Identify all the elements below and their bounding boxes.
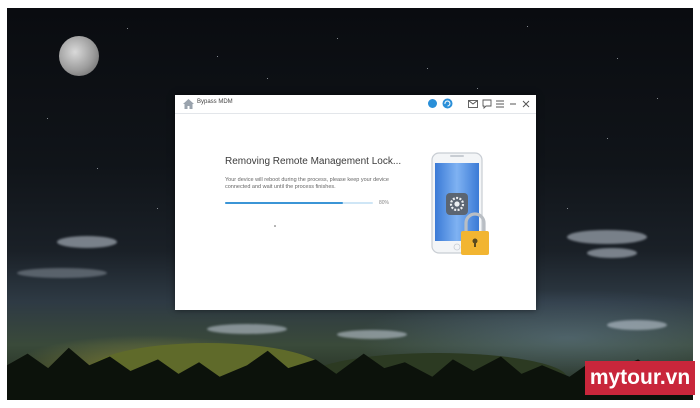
- app-window: Bypass MDM Removing Remote Management Lo…: [175, 95, 536, 310]
- account-icon[interactable]: [428, 99, 437, 108]
- home-icon[interactable]: [183, 99, 194, 109]
- feedback-icon[interactable]: [482, 99, 492, 109]
- close-icon[interactable]: [521, 99, 531, 109]
- progress-fill: [225, 202, 344, 204]
- progress-bar: [225, 202, 373, 204]
- moon: [59, 36, 99, 76]
- status-description: Your device will reboot during the proce…: [225, 177, 389, 190]
- menu-icon[interactable]: [495, 99, 505, 109]
- status-heading: Removing Remote Management Lock...: [225, 156, 402, 167]
- mail-icon[interactable]: [468, 99, 478, 109]
- app-title: Bypass MDM: [197, 99, 233, 105]
- title-bar: Bypass MDM: [175, 95, 536, 114]
- minimize-icon[interactable]: [508, 99, 518, 109]
- loading-dot: [274, 225, 276, 227]
- progress-percent: 80%: [379, 200, 390, 206]
- watermark-logo: mytour.vn: [585, 361, 695, 395]
- phone-lock-illustration: [431, 152, 489, 255]
- update-icon[interactable]: [442, 98, 453, 109]
